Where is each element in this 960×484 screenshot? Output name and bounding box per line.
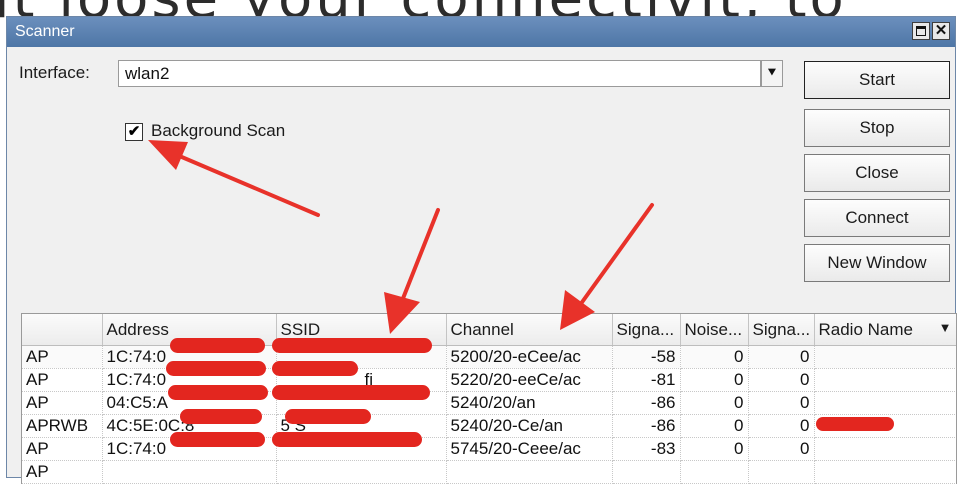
column-header-radio-name[interactable]: Radio Name ▼ <box>814 314 956 346</box>
redaction-mark <box>166 361 266 376</box>
connect-button[interactable]: Connect <box>804 199 950 237</box>
background-scan-label: Background Scan <box>151 121 286 140</box>
cell-type: AP <box>22 437 103 461</box>
cell-radio-name <box>814 437 956 461</box>
redaction-mark <box>272 338 432 353</box>
new-window-button[interactable]: New Window <box>804 244 950 282</box>
maximize-icon[interactable] <box>912 22 930 40</box>
cell-noise: 0 <box>680 345 749 369</box>
redaction-mark <box>180 409 262 424</box>
cell-type: AP <box>22 368 103 392</box>
cell-snr: 0 <box>748 414 815 438</box>
cell-radio-name <box>814 460 956 484</box>
redaction-mark <box>272 361 358 376</box>
table-row[interactable]: AP 1C:74:0 5745/20-Ceee/ac -83 0 0 <box>22 437 956 461</box>
cell-snr: 0 <box>748 437 815 461</box>
cell-noise: 0 <box>680 391 749 415</box>
cell-signal <box>612 460 681 484</box>
cell-ssid <box>276 460 447 484</box>
title-bar[interactable]: Scanner ✕ <box>7 17 955 47</box>
radio-name-header-label: Radio Name <box>818 319 914 339</box>
column-header-noise[interactable]: Noise... <box>680 314 749 346</box>
cell-snr: 0 <box>748 345 815 369</box>
table-row[interactable]: AP 04:C5:A 5240/20/an -86 0 0 <box>22 391 956 415</box>
cell-signal: -58 <box>612 345 681 369</box>
close-button[interactable]: Close <box>804 154 950 192</box>
cell-address <box>102 460 277 484</box>
cell-noise: 0 <box>680 414 749 438</box>
redaction-mark <box>170 338 265 353</box>
table-row[interactable]: AP 1C:74:0 5200/20-eCee/ac -58 0 0 <box>22 345 956 369</box>
table-header: Address SSID Channel Signa... Noise... S… <box>22 314 956 346</box>
close-icon[interactable]: ✕ <box>932 22 950 40</box>
interface-label: Interface: <box>19 63 90 82</box>
cell-radio-name <box>814 345 956 369</box>
table-row[interactable]: AP 1C:74:0 fi 5220/20-eeCe/ac -81 0 0 <box>22 368 956 392</box>
dropdown-arrow-icon[interactable]: ⯆ <box>761 60 783 87</box>
cell-noise: 0 <box>680 368 749 392</box>
table-row[interactable]: AP <box>22 460 956 484</box>
cell-noise <box>680 460 749 484</box>
column-header-snr[interactable]: Signa... <box>748 314 815 346</box>
cell-channel: 5220/20-eeCe/ac <box>446 368 613 392</box>
cell-type: APRWB <box>22 414 103 438</box>
cell-radio-name <box>814 368 956 392</box>
background-scan-checkbox[interactable]: ✔ <box>125 123 143 141</box>
start-button[interactable]: Start <box>804 61 950 99</box>
cell-snr <box>748 460 815 484</box>
column-header-type[interactable] <box>22 314 103 346</box>
scan-results-table: Address SSID Channel Signa... Noise... S… <box>21 313 957 484</box>
cell-type: AP <box>22 460 103 484</box>
redaction-mark <box>272 432 422 447</box>
sort-down-icon[interactable]: ▼ <box>939 320 952 335</box>
stop-button[interactable]: Stop <box>804 109 950 147</box>
cell-signal: -83 <box>612 437 681 461</box>
interface-field[interactable]: wlan2 <box>118 60 761 87</box>
redaction-mark <box>285 409 371 424</box>
window-title: Scanner <box>15 23 75 40</box>
cell-type: AP <box>22 391 103 415</box>
redaction-mark <box>170 432 265 447</box>
cell-channel: 5200/20-eCee/ac <box>446 345 613 369</box>
cell-channel: 5240/20-Ce/an <box>446 414 613 438</box>
cell-signal: -81 <box>612 368 681 392</box>
cell-type: AP <box>22 345 103 369</box>
scanner-window: Scanner ✕ Interface: wlan2 ⯆ ✔ Backgroun… <box>6 16 957 484</box>
cell-signal: -86 <box>612 414 681 438</box>
redaction-mark <box>272 385 430 400</box>
cell-channel: 5745/20-Ceee/ac <box>446 437 613 461</box>
redaction-mark <box>168 385 268 400</box>
checkmark-icon: ✔ <box>127 123 141 140</box>
cell-channel: 5240/20/an <box>446 391 613 415</box>
cell-signal: -86 <box>612 391 681 415</box>
redaction-mark <box>816 417 894 431</box>
column-header-channel[interactable]: Channel <box>446 314 613 346</box>
cell-radio-name <box>814 391 956 415</box>
column-header-signal[interactable]: Signa... <box>612 314 681 346</box>
cell-noise: 0 <box>680 437 749 461</box>
cell-snr: 0 <box>748 368 815 392</box>
cell-channel <box>446 460 613 484</box>
cell-snr: 0 <box>748 391 815 415</box>
